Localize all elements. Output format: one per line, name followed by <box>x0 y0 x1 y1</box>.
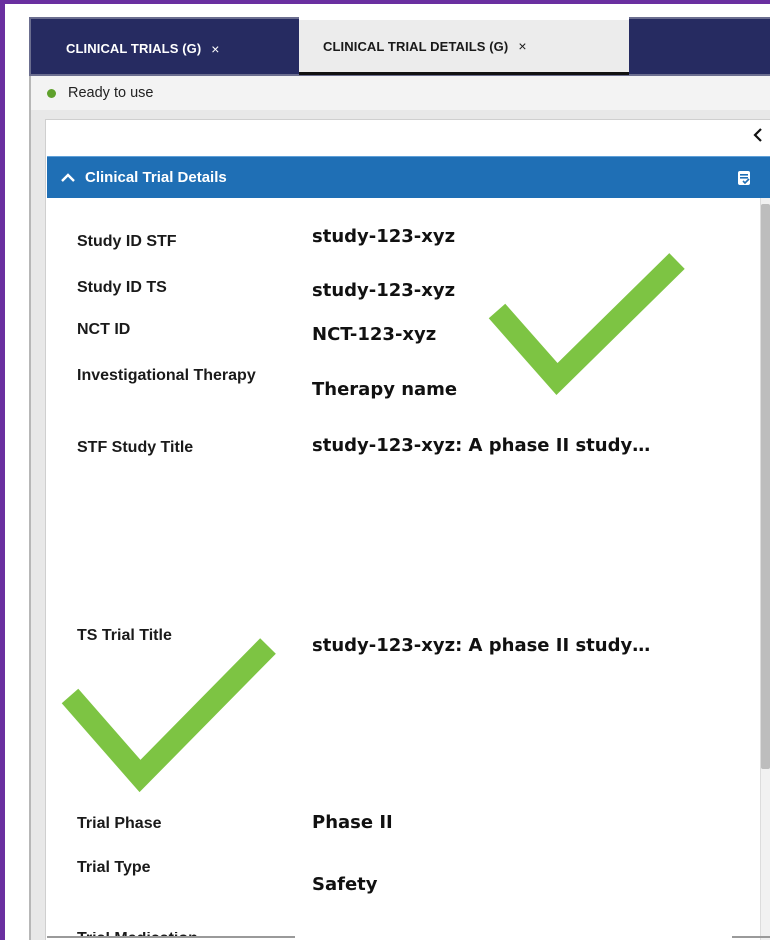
edit-form-icon[interactable] <box>737 170 751 186</box>
field-label-trial-type: Trial Type <box>77 859 151 876</box>
chevron-up-icon <box>61 171 75 185</box>
field-value-nct-id: NCT-123-xyz <box>312 324 437 345</box>
status-bar: Ready to use <box>29 76 770 110</box>
app-frame: CLINICAL TRIALS (G) × CLINICAL TRIAL DET… <box>0 0 770 940</box>
status-dot-icon <box>47 88 56 98</box>
field-value-trial-type: Safety <box>312 874 378 895</box>
status-text: Ready to use <box>68 85 154 101</box>
checkmark-icon <box>61 638 276 793</box>
close-icon[interactable]: × <box>211 41 219 57</box>
divider <box>47 936 295 938</box>
close-icon[interactable]: × <box>518 38 526 54</box>
field-value-ts-trial-title: study-123-xyz: A phase II study… <box>312 635 651 656</box>
checkmark-icon <box>488 253 685 395</box>
field-label-study-id-ts: Study ID TS <box>77 279 167 296</box>
tab-clinical-trials[interactable]: CLINICAL TRIALS (G) × <box>31 19 275 78</box>
divider <box>732 936 770 938</box>
chevron-left-icon[interactable] <box>748 124 768 146</box>
tab-label: CLINICAL TRIAL DETAILS (G) <box>323 38 509 54</box>
tab-bar: CLINICAL TRIALS (G) × CLINICAL TRIAL DET… <box>29 17 770 76</box>
field-label-nct-id: NCT ID <box>77 321 131 338</box>
tab-label: CLINICAL TRIALS (G) <box>66 41 202 56</box>
section-title: Clinical Trial Details <box>85 169 227 186</box>
field-value-stf-study-title: study-123-xyz: A phase II study… <box>312 435 651 456</box>
scrollbar-thumb[interactable] <box>761 204 770 769</box>
field-value-study-id-ts: study-123-xyz <box>312 280 456 301</box>
tab-clinical-trial-details[interactable]: CLINICAL TRIAL DETAILS (G) × <box>299 17 629 75</box>
field-value-study-id-stf: study-123-xyz <box>312 226 456 247</box>
field-label-investigational-therapy: Investigational Therapy <box>77 367 256 384</box>
field-label-study-id-stf: Study ID STF <box>77 233 177 250</box>
field-label-trial-phase: Trial Phase <box>77 815 162 832</box>
field-value-investigational-therapy: Therapy name <box>312 379 458 400</box>
field-label-stf-study-title: STF Study Title <box>77 439 194 456</box>
field-value-trial-phase: Phase II <box>312 812 393 833</box>
section-header-clinical-trial-details[interactable]: Clinical Trial Details <box>47 156 770 198</box>
